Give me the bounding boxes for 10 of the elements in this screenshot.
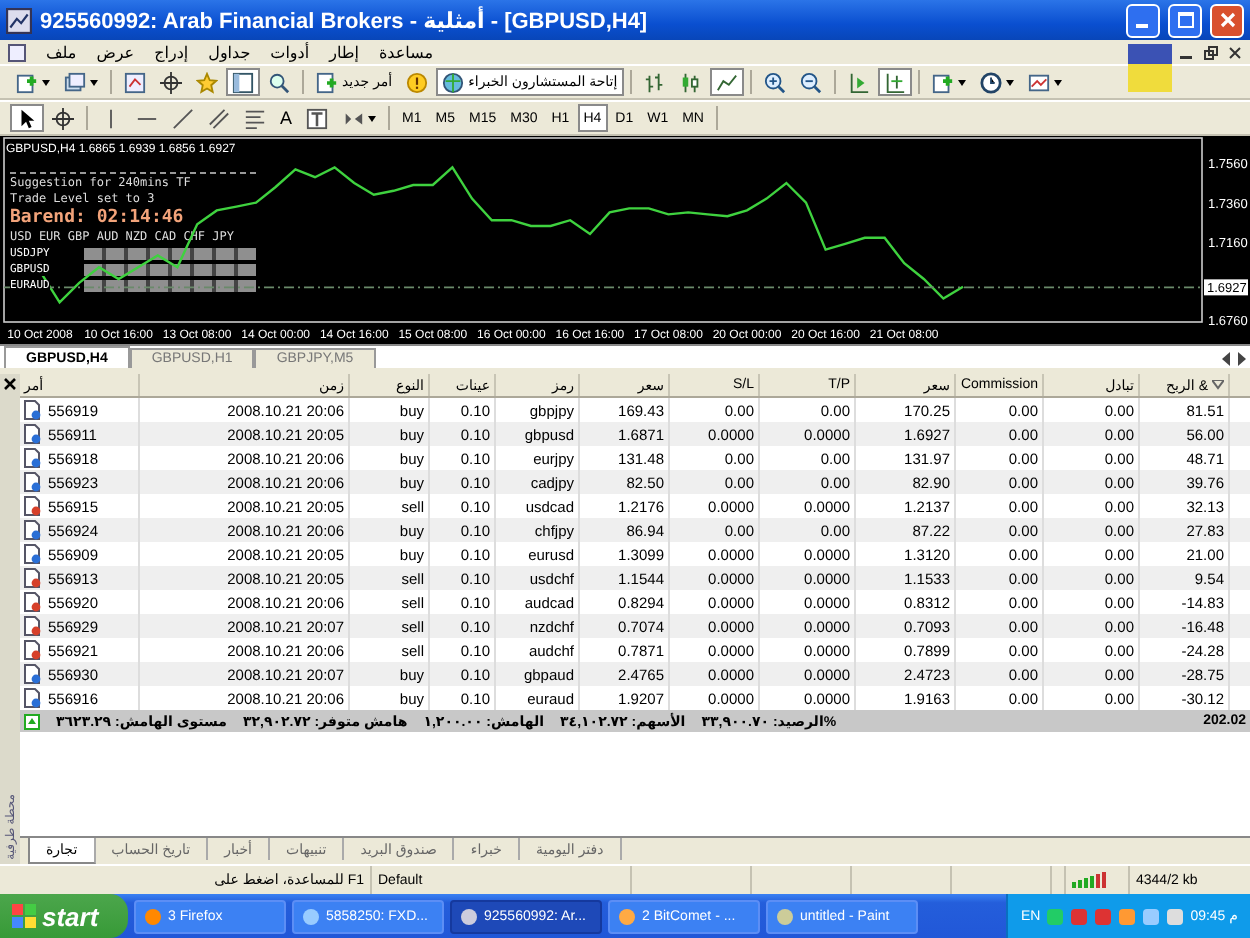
window-title: 925560992: Arab Financial Brokers - أمثلية - [GBPUSD,H4] [40, 7, 650, 33]
menu-item[interactable]: ملف [46, 43, 77, 61]
menu-item[interactable]: أدوات [270, 43, 310, 61]
menu-item[interactable]: عرض [96, 43, 135, 61]
bar-timer: Barend: 02:14:46 [10, 208, 184, 228]
menu-item[interactable]: إدراج [154, 43, 189, 61]
menu-item[interactable]: جداول [208, 43, 251, 61]
menu-item[interactable]: مساعدة [378, 43, 433, 61]
text-button[interactable]: A [274, 104, 299, 132]
menu-item[interactable]: إطار [329, 43, 359, 61]
